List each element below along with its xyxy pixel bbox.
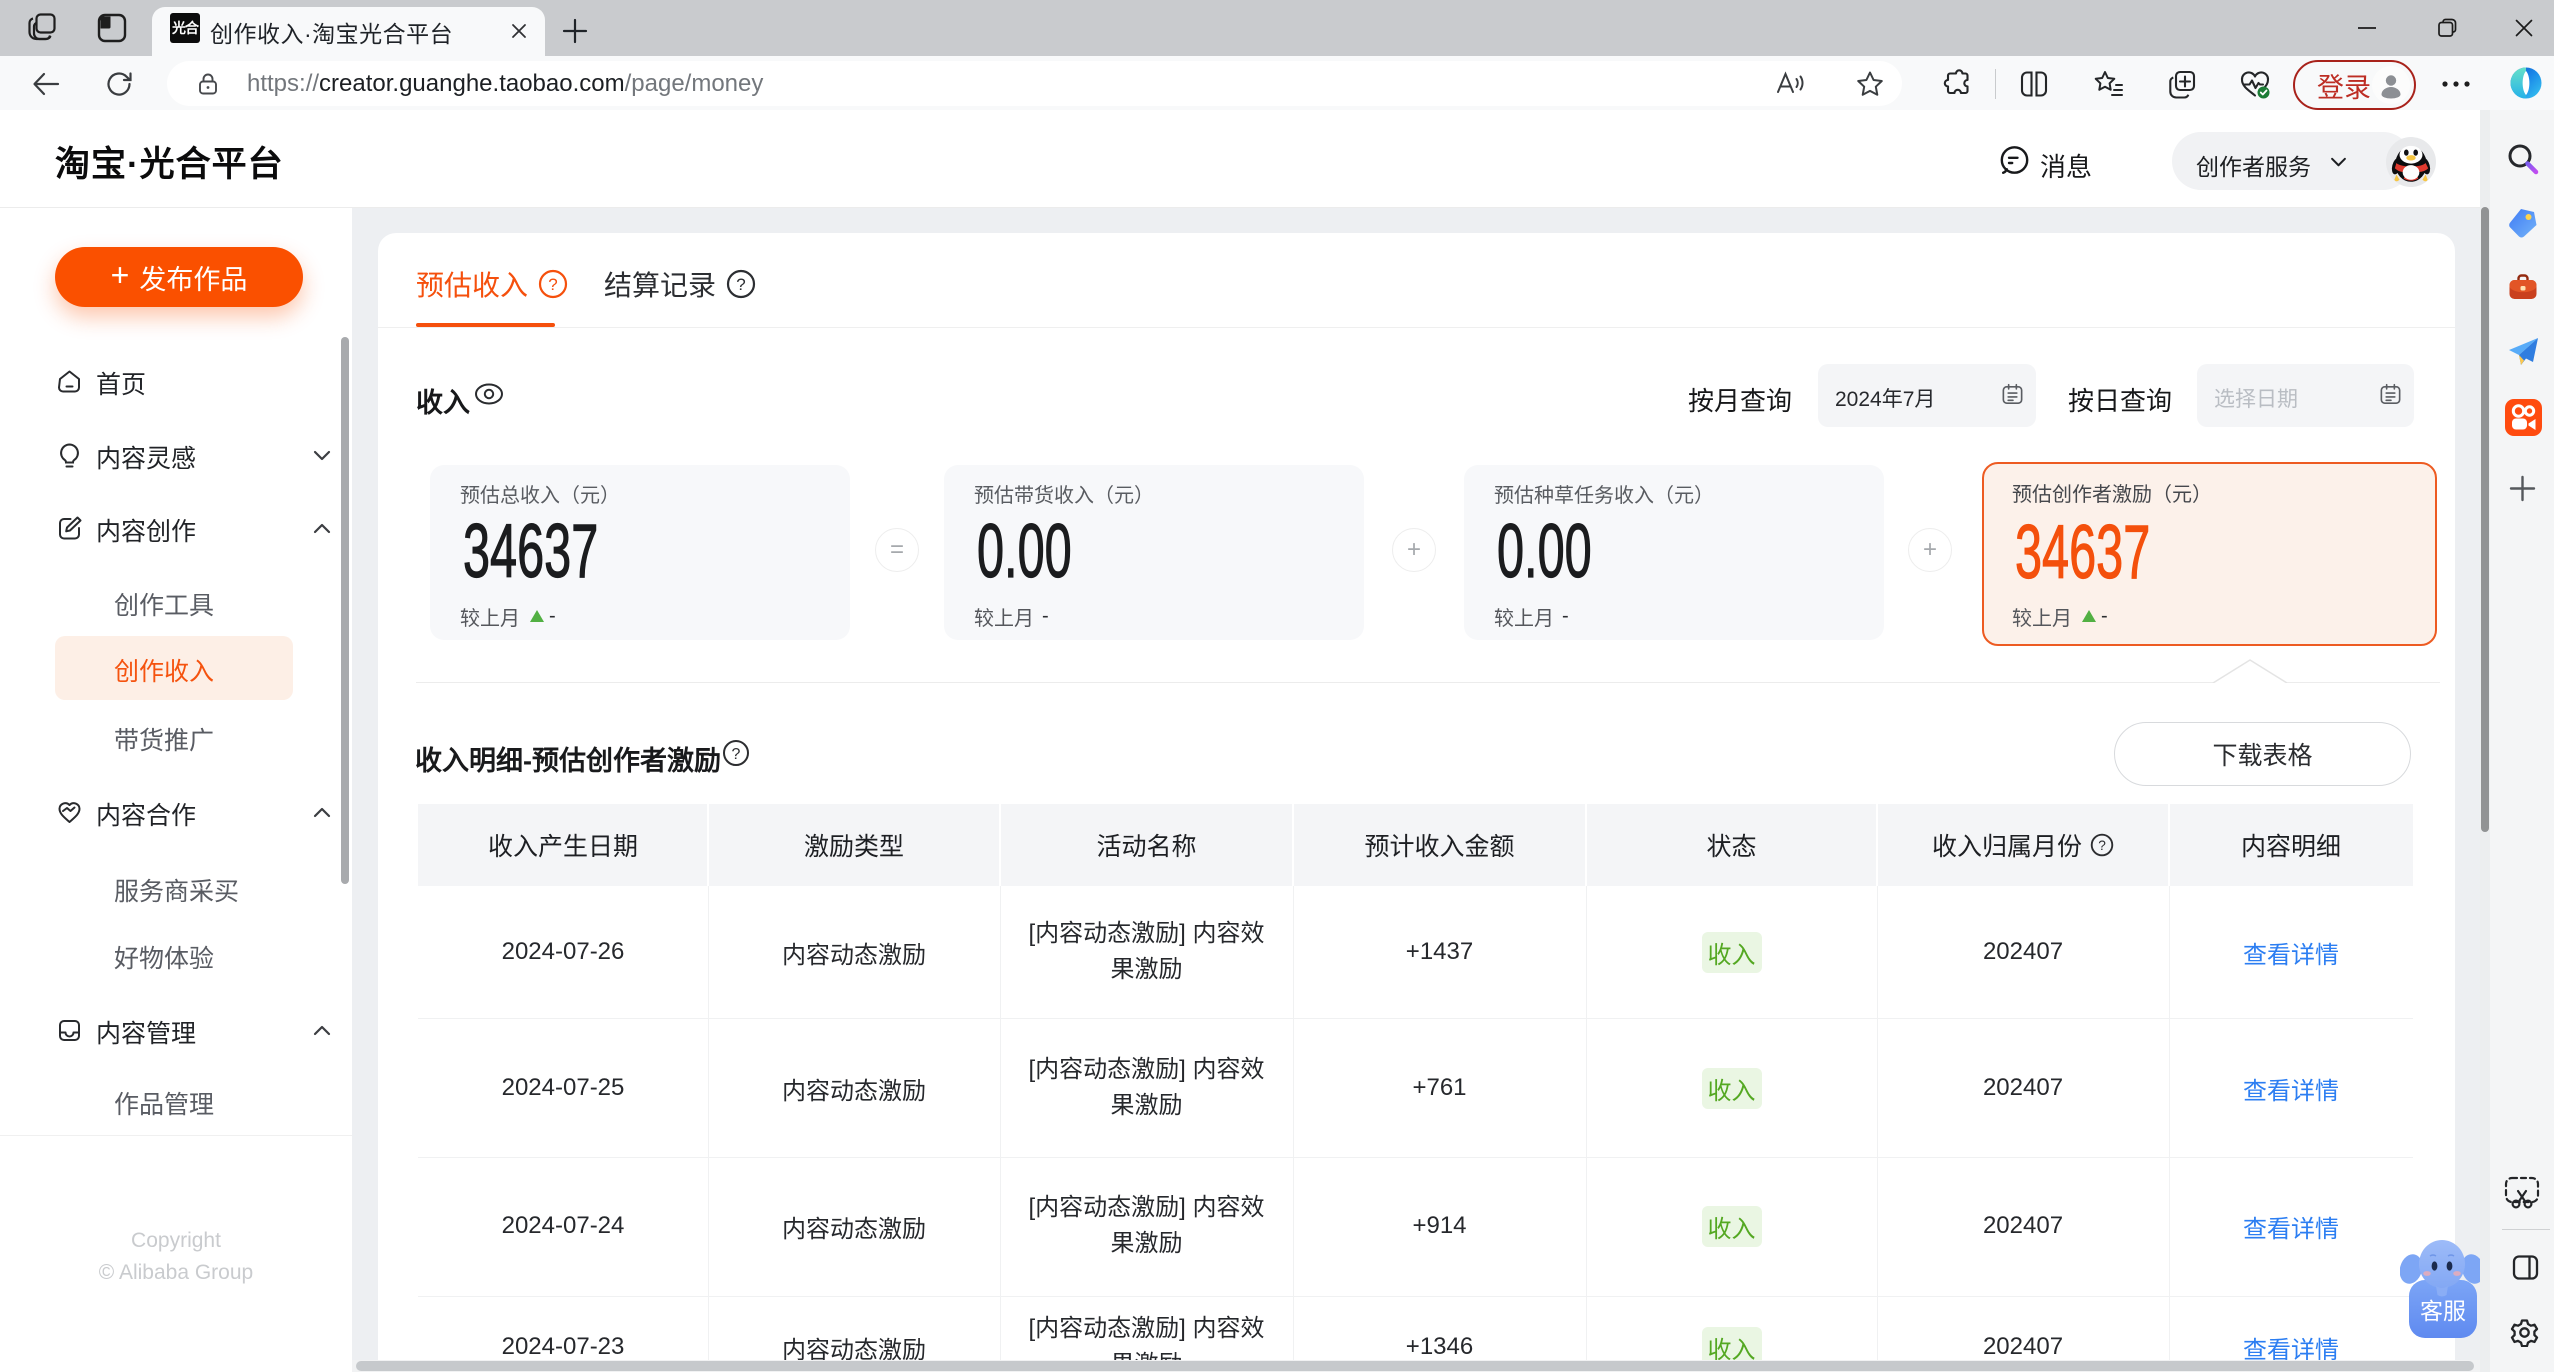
svg-text:?: ? (2098, 838, 2106, 853)
svg-text:?: ? (736, 275, 745, 294)
svg-text:客服: 客服 (2420, 1298, 2466, 1324)
svg-text:?: ? (732, 746, 741, 763)
svg-text:?: ? (548, 275, 557, 294)
